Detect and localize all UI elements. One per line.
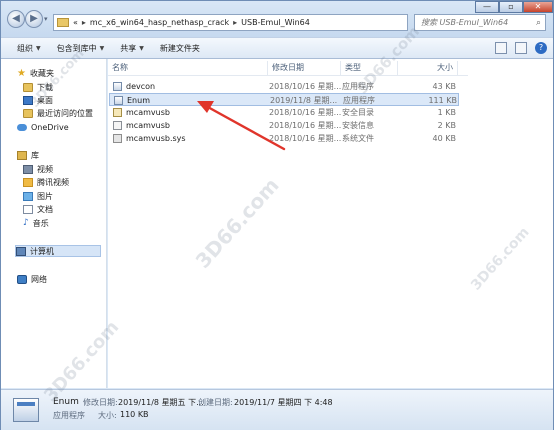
breadcrumb-parent[interactable]: mc_x6_win64_hasp_nethasp_crack — [90, 18, 229, 27]
star-icon: ★ — [17, 67, 26, 79]
new-folder-button[interactable]: 新建文件夹 — [152, 43, 208, 54]
organize-menu[interactable]: 组织 ▼ — [9, 43, 49, 54]
preview-pane-icon[interactable] — [515, 42, 527, 54]
address-overflow[interactable]: « — [73, 18, 78, 27]
file-row[interactable]: mcamvusb 2018/10/16 星期... 安全目录 1 KB — [109, 106, 459, 119]
sidebar-item-videos[interactable]: 视频 — [23, 163, 53, 175]
sidebar-item-documents[interactable]: 文档 — [23, 203, 53, 215]
details-file-name: Enum — [53, 397, 79, 407]
view-options-icon[interactable] — [495, 42, 507, 54]
recent-pages-dropdown[interactable]: ▾ — [44, 15, 48, 23]
column-header-name[interactable]: 名称 — [108, 61, 268, 75]
chevron-down-icon: ▼ — [139, 44, 144, 52]
minimize-button[interactable]: — — [475, 1, 499, 13]
application-large-icon — [13, 398, 39, 422]
application-icon — [113, 82, 122, 91]
application-icon — [114, 96, 123, 105]
title-address-bar: ◀ ▶ ▾ « ▸ mc_x6_win64_hasp_nethasp_crack… — [1, 1, 553, 37]
folder-icon — [57, 18, 69, 27]
back-button[interactable]: ◀ — [7, 10, 25, 28]
network-icon — [17, 274, 27, 284]
sidebar-item-favorites[interactable]: ★ 收藏夹 — [17, 67, 54, 79]
include-in-library-menu[interactable]: 包含到库中 ▼ — [49, 43, 113, 54]
breadcrumb-current[interactable]: USB-Emul_Win64 — [241, 18, 310, 27]
sidebar-item-desktop[interactable]: 桌面 — [23, 94, 53, 106]
details-created-value: 2019/11/7 星期四 下 4:48 — [234, 398, 333, 407]
picture-icon — [23, 191, 33, 201]
file-name: mcamvusb — [126, 108, 170, 117]
file-row[interactable]: mcamvusb.sys 2018/10/16 星期... 系统文件 40 KB — [109, 132, 459, 145]
file-row-selected[interactable]: Enum 2019/11/8 星期... 应用程序 111 KB — [109, 93, 459, 106]
file-type: 安装信息 — [342, 121, 374, 130]
file-type: 应用程序 — [343, 96, 375, 105]
search-box[interactable]: ⌕ — [414, 14, 546, 31]
file-row[interactable]: devcon 2018/10/16 星期... 应用程序 43 KB — [109, 80, 459, 93]
sidebar-item-recent[interactable]: 最近访问的位置 — [23, 107, 93, 119]
search-input[interactable] — [421, 18, 531, 27]
file-type: 应用程序 — [342, 82, 374, 91]
library-icon — [17, 150, 27, 160]
file-row[interactable]: mcamvusb 2018/10/16 星期... 安装信息 2 KB — [109, 119, 459, 132]
file-date: 2018/10/16 星期... — [269, 108, 342, 117]
share-menu[interactable]: 共享 ▼ — [112, 43, 152, 54]
sidebar-item-tencent-video[interactable]: 腾讯视频 — [23, 176, 69, 188]
sidebar-item-library[interactable]: 库 — [17, 149, 39, 161]
search-icon[interactable]: ⌕ — [536, 18, 541, 28]
sidebar-item-music[interactable]: ♪ 音乐 — [23, 217, 49, 229]
sidebar-item-network[interactable]: 网络 — [17, 273, 47, 285]
file-size: 1 KB — [437, 108, 456, 117]
file-type: 安全目录 — [342, 108, 374, 117]
tencent-video-icon — [23, 177, 33, 187]
file-size: 43 KB — [432, 82, 456, 91]
sidebar-item-computer[interactable]: 计算机 — [15, 245, 101, 257]
sidebar-item-onedrive[interactable]: OneDrive — [17, 121, 69, 133]
maximize-button[interactable]: ▫ — [499, 1, 523, 13]
navigation-pane: ★ 收藏夹 下载 桌面 最近访问的位置 OneDrive 库 视频 腾讯视频 图… — [1, 59, 107, 388]
details-created-label: 创建日期: — [198, 398, 233, 407]
file-size: 40 KB — [432, 134, 456, 143]
file-name: devcon — [126, 82, 156, 91]
sidebar-item-downloads[interactable]: 下载 — [23, 81, 53, 93]
download-folder-icon — [23, 82, 33, 92]
address-bar[interactable]: « ▸ mc_x6_win64_hasp_nethasp_crack ▸ USB… — [53, 14, 408, 31]
music-icon: ♪ — [23, 217, 29, 228]
setup-information-icon — [113, 121, 122, 130]
file-size: 111 KB — [428, 96, 457, 105]
file-size: 2 KB — [437, 121, 456, 130]
column-header-size[interactable]: 大小 — [398, 61, 458, 75]
file-date: 2018/10/16 星期... — [269, 134, 342, 143]
system-file-icon — [113, 134, 122, 143]
chevron-down-icon: ▼ — [99, 44, 105, 52]
file-date: 2018/10/16 星期... — [269, 82, 342, 91]
help-icon[interactable]: ? — [535, 42, 547, 54]
column-header-type[interactable]: 类型 — [341, 61, 398, 75]
file-name: mcamvusb — [126, 121, 170, 130]
desktop-icon — [23, 95, 33, 105]
video-icon — [23, 164, 33, 174]
file-name: mcamvusb.sys — [126, 134, 186, 143]
recent-places-icon — [23, 108, 33, 118]
file-type: 系统文件 — [342, 134, 374, 143]
command-bar: 组织 ▼ 包含到库中 ▼ 共享 ▼ 新建文件夹 ? — [1, 37, 553, 59]
file-date: 2018/10/16 星期... — [269, 121, 342, 130]
document-icon — [23, 204, 33, 214]
chevron-down-icon: ▼ — [36, 44, 41, 52]
forward-button[interactable]: ▶ — [25, 10, 43, 28]
sidebar-item-pictures[interactable]: 图片 — [23, 190, 53, 202]
details-size-label: 大小: — [98, 411, 117, 420]
details-size-value: 110 KB — [120, 410, 149, 419]
close-button[interactable]: ✕ — [523, 1, 553, 13]
cloud-icon — [17, 123, 27, 131]
file-name: Enum — [127, 96, 150, 105]
details-pane: Enum 应用程序 修改日期: 2019/11/8 星期五 下... 创建日期:… — [1, 389, 553, 430]
column-header-date[interactable]: 修改日期 — [268, 61, 341, 75]
explorer-window: ◀ ▶ ▾ « ▸ mc_x6_win64_hasp_nethasp_crack… — [0, 0, 554, 430]
details-modified-value: 2019/11/8 星期五 下... — [118, 398, 204, 407]
file-list-pane: 名称 修改日期 类型 大小 devcon 2018/10/16 星期... 应用… — [108, 59, 553, 388]
file-date: 2019/11/8 星期... — [270, 96, 338, 105]
computer-icon — [16, 246, 26, 256]
security-catalog-icon — [113, 108, 122, 117]
details-modified-label: 修改日期: — [83, 398, 118, 407]
details-file-type: 应用程序 — [53, 411, 85, 420]
